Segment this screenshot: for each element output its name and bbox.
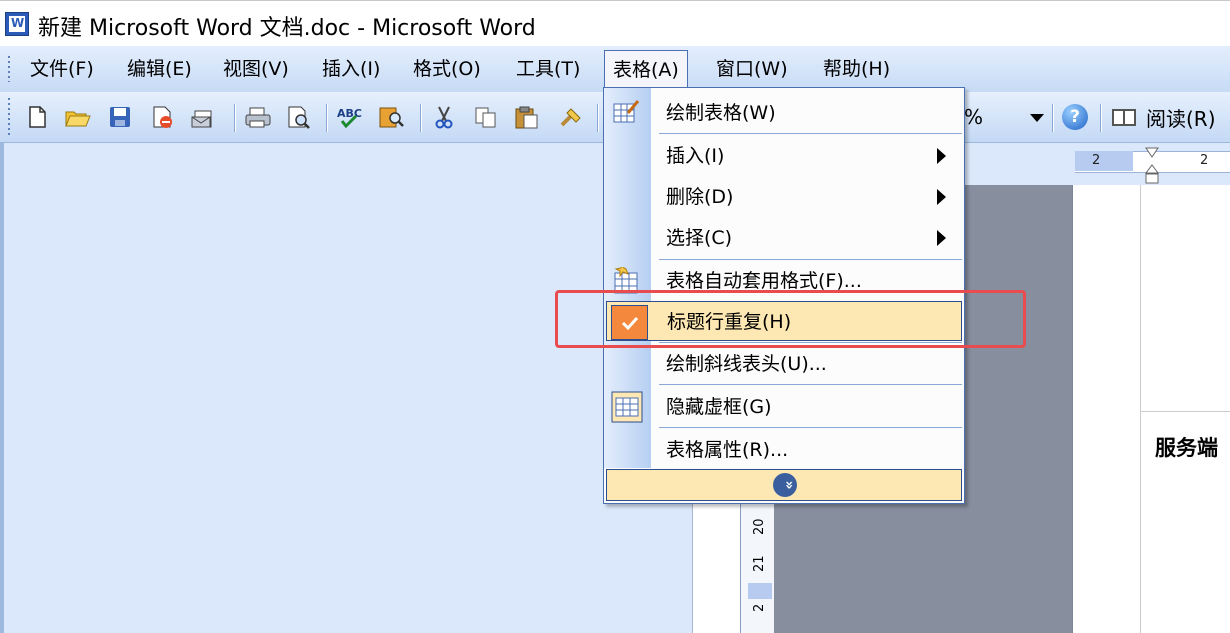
- format-painter-icon[interactable]: [558, 105, 582, 129]
- toolbar-separator: [234, 104, 235, 132]
- draw-table-icon: [613, 100, 640, 123]
- save-icon[interactable]: [108, 105, 132, 129]
- menubar-grip[interactable]: [8, 56, 10, 82]
- menu-item-hide-gridlines[interactable]: 隐藏虚框(G): [604, 387, 964, 427]
- menu-window[interactable]: 窗口(W): [708, 54, 796, 84]
- copy-icon[interactable]: [474, 105, 498, 129]
- task-pane-area: [0, 143, 692, 633]
- menu-item-label: 表格属性(R)...: [666, 439, 789, 461]
- hruler-tick: 2: [1200, 153, 1209, 168]
- menu-bar: 文件(F) 编辑(E) 视图(V) 插入(I) 格式(O) 工具(T) 表格(A…: [0, 46, 1230, 92]
- document-text[interactable]: 服务端: [1155, 432, 1218, 462]
- vertical-ruler-cursor: [748, 583, 772, 599]
- menu-item-draw-diagonal-header[interactable]: 绘制斜线表头(U)...: [604, 344, 964, 384]
- menu-separator: [659, 427, 962, 428]
- toolbar-separator: [420, 104, 421, 132]
- menu-item-table-properties[interactable]: 表格属性(R)...: [604, 430, 964, 470]
- table-border: [1140, 411, 1230, 412]
- read-mode-button[interactable]: 阅读(R): [1146, 103, 1216, 132]
- submenu-arrow-icon: [937, 148, 946, 164]
- menu-item-label: 选择(C): [666, 227, 733, 249]
- toolbar-separator: [597, 104, 598, 132]
- spelling-icon[interactable]: ABC: [336, 105, 362, 129]
- menu-expand-button[interactable]: »: [606, 469, 962, 501]
- title-bar: W 新建 Microsoft Word 文档.doc - Microsoft W…: [0, 0, 1230, 47]
- menu-separator: [659, 384, 962, 385]
- menu-separator: [659, 133, 962, 134]
- read-mode-icon[interactable]: [1112, 109, 1136, 126]
- menu-item-select[interactable]: 选择(C): [604, 218, 964, 258]
- menu-separator: [659, 259, 962, 260]
- toolbar-separator: [326, 104, 327, 132]
- menu-edit[interactable]: 编辑(E): [119, 54, 200, 84]
- annotation-highlight: [555, 290, 1026, 348]
- new-document-icon[interactable]: [25, 105, 49, 129]
- permission-icon[interactable]: [150, 105, 174, 129]
- ruler-margin: [1075, 151, 1133, 171]
- toolbar-grip[interactable]: [8, 98, 10, 136]
- menu-tools[interactable]: 工具(T): [508, 54, 588, 84]
- help-icon[interactable]: ?: [1062, 104, 1088, 130]
- menu-item-delete[interactable]: 删除(D): [604, 177, 964, 217]
- menu-item-label: 删除(D): [666, 186, 734, 208]
- menu-item-label: 插入(I): [666, 145, 725, 167]
- document-page[interactable]: [1072, 185, 1230, 633]
- vruler-tick: 21: [752, 555, 767, 572]
- svg-text:ABC: ABC: [337, 107, 362, 120]
- table-border: [1140, 185, 1141, 633]
- vruler-tick: 2: [752, 603, 767, 612]
- menu-file[interactable]: 文件(F): [22, 54, 102, 84]
- menu-view[interactable]: 视图(V): [215, 54, 297, 84]
- email-icon[interactable]: [190, 105, 214, 129]
- menu-help[interactable]: 帮助(H): [815, 54, 898, 84]
- toolbar-separator: [1052, 104, 1053, 132]
- open-icon[interactable]: [64, 105, 91, 129]
- toolbar-separator: [1100, 104, 1101, 132]
- menu-item-insert[interactable]: 插入(I): [604, 136, 964, 176]
- menu-item-label: 绘制斜线表头(U)...: [666, 353, 827, 375]
- menu-item-draw-table[interactable]: 绘制表格(W): [604, 93, 964, 133]
- print-preview-icon[interactable]: [286, 105, 310, 129]
- print-icon[interactable]: [244, 105, 271, 129]
- menu-item-label: 绘制表格(W): [666, 102, 776, 124]
- menu-insert[interactable]: 插入(I): [314, 54, 388, 84]
- hide-gridlines-icon: [611, 391, 643, 423]
- paste-icon[interactable]: [514, 105, 538, 129]
- zoom-dropdown-arrow-icon[interactable]: [1030, 114, 1044, 122]
- menu-format[interactable]: 格式(O): [405, 54, 489, 84]
- hruler-tick: 2: [1092, 153, 1101, 168]
- submenu-arrow-icon: [937, 189, 946, 205]
- indent-marker-icon[interactable]: [1145, 147, 1159, 185]
- window-title: 新建 Microsoft Word 文档.doc - Microsoft Wor…: [38, 16, 536, 41]
- menu-item-label: 隐藏虚框(G): [666, 396, 772, 418]
- vruler-tick: 20: [752, 518, 767, 535]
- word-doc-icon[interactable]: W: [5, 12, 29, 36]
- expand-chevron-icon: »: [773, 473, 797, 497]
- menu-table[interactable]: 表格(A): [604, 50, 688, 88]
- cut-icon[interactable]: [432, 105, 456, 129]
- submenu-arrow-icon: [937, 230, 946, 246]
- zoom-percent[interactable]: %: [964, 105, 983, 129]
- research-icon[interactable]: [378, 105, 404, 129]
